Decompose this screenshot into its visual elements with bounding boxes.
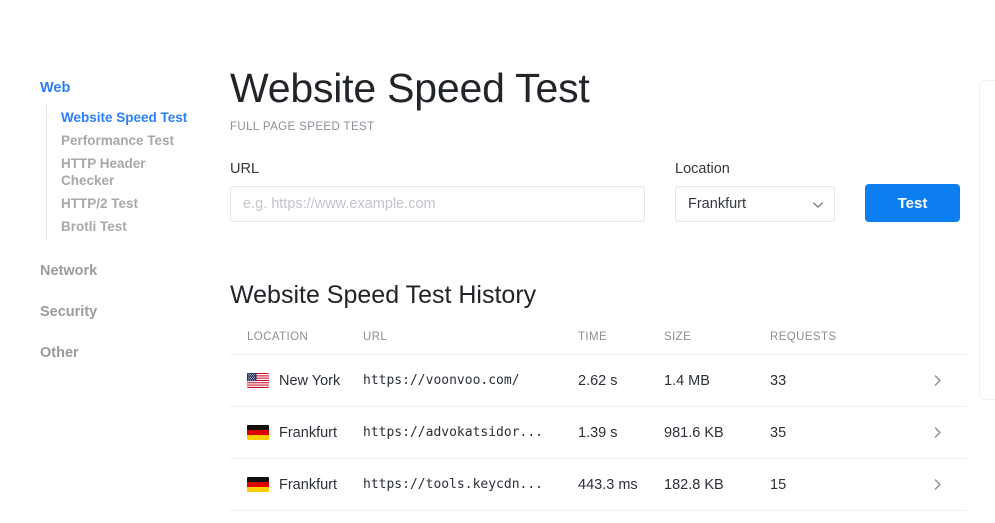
history-table-header: LOCATION URL TIME SIZE REQUESTS bbox=[230, 331, 967, 355]
cell-time: 443.3 ms bbox=[578, 476, 638, 493]
cell-location: Frankfurt bbox=[230, 425, 363, 441]
location-field-group: Location Frankfurt bbox=[675, 160, 835, 222]
table-row[interactable]: Frankfurt https://advokatsidor... 1.39 s 98… bbox=[230, 407, 967, 459]
column-header-time: TIME bbox=[578, 331, 608, 343]
table-row[interactable]: Frankfurt https://tools.keycdn... 443.3 ms… bbox=[230, 459, 967, 511]
location-select-value[interactable]: Frankfurt bbox=[675, 186, 835, 222]
location-label: New York bbox=[279, 372, 341, 389]
page-title: Website Speed Test bbox=[230, 65, 590, 111]
location-label: Frankfurt bbox=[279, 424, 338, 441]
speed-test-form: URL Location Frankfurt Test bbox=[230, 160, 995, 222]
url-label: URL bbox=[230, 161, 260, 177]
cell-size: 1.4 MB bbox=[664, 372, 710, 389]
history-table-body: New York https://voonvoo.com/2.62 s 1.4 MB… bbox=[230, 355, 967, 511]
location-label: Location bbox=[675, 161, 730, 177]
sidebar: Web Website Speed Test Performance Test HTT… bbox=[0, 0, 225, 523]
page-root: Web Website Speed Test Performance Test HTT… bbox=[0, 0, 995, 523]
history-title: Website Speed Test History bbox=[230, 281, 537, 309]
page-subtitle: FULL PAGE SPEED TEST bbox=[230, 121, 375, 133]
de-flag-icon bbox=[247, 425, 269, 440]
cell-time: 2.62 s bbox=[578, 372, 618, 389]
column-header-location: LOCATION bbox=[247, 331, 309, 343]
cell-url: https://voonvoo.com/ bbox=[363, 373, 520, 388]
cell-location: Frankfurt bbox=[230, 477, 363, 493]
cell-url: https://advokatsidor... bbox=[363, 425, 544, 440]
url-input[interactable] bbox=[230, 186, 645, 222]
sidebar-item-http-header-checker[interactable]: HTTP Header Checker bbox=[47, 152, 197, 192]
sidebar-item-brotli-test[interactable]: Brotli Test bbox=[47, 215, 197, 238]
sidebar-item-performance-test[interactable]: Performance Test bbox=[47, 129, 197, 152]
cell-size: 981.6 KB bbox=[664, 424, 724, 441]
us-flag-icon bbox=[247, 373, 269, 388]
right-panel-edge bbox=[979, 80, 995, 400]
cell-requests: 35 bbox=[770, 424, 787, 441]
de-flag-icon bbox=[247, 477, 269, 492]
table-row[interactable]: New York https://voonvoo.com/2.62 s 1.4 MB… bbox=[230, 355, 967, 407]
cell-size: 182.8 KB bbox=[664, 476, 724, 493]
cell-url: https://tools.keycdn... bbox=[363, 477, 544, 492]
main-content: Website Speed Test FULL PAGE SPEED TEST … bbox=[225, 0, 995, 523]
cell-location: New York bbox=[230, 373, 363, 389]
chevron-right-icon[interactable] bbox=[920, 425, 967, 440]
sidebar-item-website-speed-test[interactable]: Website Speed Test bbox=[47, 106, 197, 129]
column-header-url: URL bbox=[363, 331, 388, 343]
url-field-group: URL bbox=[230, 160, 645, 222]
sidebar-group-other[interactable]: Other bbox=[0, 343, 225, 363]
location-label: Frankfurt bbox=[279, 476, 338, 493]
column-header-requests: REQUESTS bbox=[770, 331, 837, 343]
column-header-spacer bbox=[920, 331, 967, 343]
column-header-size: SIZE bbox=[664, 331, 692, 343]
sidebar-group-network[interactable]: Network bbox=[0, 261, 225, 281]
sidebar-item-http-2-test[interactable]: HTTP/2 Test bbox=[47, 192, 197, 215]
chevron-right-icon[interactable] bbox=[920, 373, 967, 388]
chevron-right-icon[interactable] bbox=[920, 477, 967, 492]
cell-requests: 33 bbox=[770, 372, 787, 389]
cell-time: 1.39 s bbox=[578, 424, 618, 441]
test-button[interactable]: Test bbox=[865, 184, 960, 222]
location-select[interactable]: Frankfurt bbox=[675, 186, 835, 222]
history-table: LOCATION URL TIME SIZE REQUESTS New York http… bbox=[230, 331, 967, 511]
cell-requests: 15 bbox=[770, 476, 787, 493]
sidebar-group-security[interactable]: Security bbox=[0, 302, 225, 322]
sidebar-sublist: Website Speed Test Performance Test HTTP H… bbox=[46, 104, 225, 240]
sidebar-group-web[interactable]: Web bbox=[0, 78, 225, 98]
